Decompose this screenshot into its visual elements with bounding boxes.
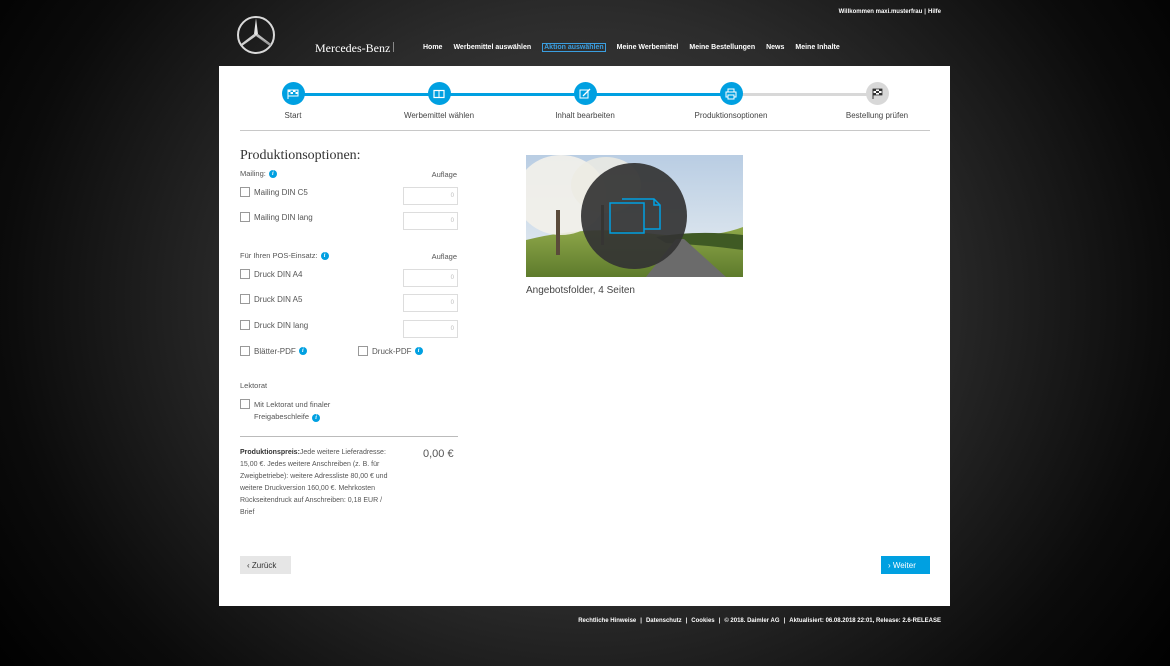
info-icon[interactable]: i	[320, 251, 329, 260]
step-inhalt[interactable]: Inhalt bearbeiten	[525, 82, 645, 120]
welcome-text: Willkommen maxi.musterfrau	[838, 9, 923, 15]
checkbox[interactable]	[240, 212, 250, 222]
option-mailing-din-c5[interactable]: Mailing DIN C5	[240, 187, 308, 197]
top-navigation: Home Werbemittel auswählen Aktion auswäh…	[423, 43, 840, 52]
step-werbemittel[interactable]: Werbemittel wählen	[379, 82, 499, 120]
lektorat-section-label: Lektorat	[240, 381, 268, 390]
stepper-divider	[240, 130, 930, 131]
footer-link-cookies[interactable]: Cookies	[691, 618, 714, 624]
nav-news[interactable]: News	[766, 44, 784, 52]
step-label: Bestellung prüfen	[845, 111, 909, 120]
nav-werbemittel-auswaehlen[interactable]: Werbemittel auswählen	[453, 44, 531, 52]
option-lektorat[interactable]: Mit Lektorat und finaler Freigabeschleif…	[240, 399, 330, 423]
quantity-input-mailing-din-lang[interactable]: 0	[403, 212, 458, 230]
printer-icon	[725, 88, 737, 99]
product-preview-image	[526, 155, 743, 277]
quantity-input-druck-din-a5[interactable]: 0	[403, 294, 458, 312]
step-start[interactable]: Start	[233, 82, 353, 120]
price-description: Produktionspreis:Jede weitere Lieferadre…	[240, 449, 388, 516]
main-panel: Start Werbemittel wählen Inhalt bearbeit…	[219, 66, 950, 606]
nav-home[interactable]: Home	[423, 44, 442, 52]
stepper-track-done	[293, 93, 731, 96]
preview-caption: Angebotsfolder, 4 Seiten	[526, 285, 635, 296]
checkbox[interactable]	[240, 294, 250, 304]
progress-stepper: Start Werbemittel wählen Inhalt bearbeit…	[219, 82, 950, 122]
quantity-input-druck-din-lang[interactable]: 0	[403, 320, 458, 338]
quantity-input-druck-din-a4[interactable]: 0	[403, 269, 458, 287]
checkbox[interactable]	[240, 346, 250, 356]
checkbox[interactable]	[358, 346, 368, 356]
checkbox[interactable]	[240, 187, 250, 197]
option-blaetter-pdf[interactable]: Blätter-PDF i	[240, 346, 307, 356]
step-bestellung-pruefen[interactable]: Bestellung prüfen	[817, 82, 937, 120]
next-button[interactable]: › Weiter	[881, 556, 930, 574]
brand-divider	[393, 42, 394, 52]
step-label: Start	[284, 111, 302, 120]
checkbox[interactable]	[240, 269, 250, 279]
option-druck-din-lang[interactable]: Druck DIN lang	[240, 320, 308, 330]
footer-link-datenschutz[interactable]: Datenschutz	[646, 618, 682, 624]
step-label: Inhalt bearbeiten	[555, 111, 615, 120]
footer-updated: Aktualisiert: 06.08.2018 22:01, Release:…	[789, 618, 941, 624]
brochure-icon	[433, 89, 445, 98]
auflage-label: Auflage	[431, 252, 457, 261]
welcome-bar: Willkommen maxi.musterfrau | Hilfe	[838, 9, 941, 15]
page-title: Produktionsoptionen:	[240, 148, 361, 163]
footer-link-rechtliche-hinweise[interactable]: Rechtliche Hinweise	[578, 618, 636, 624]
flag-icon	[287, 89, 299, 99]
help-link[interactable]: Hilfe	[928, 9, 941, 15]
footer-copyright: © 2018. Daimler AG	[724, 618, 780, 624]
nav-aktion-auswaehlen[interactable]: Aktion auswählen	[542, 43, 606, 52]
checkbox[interactable]	[240, 399, 250, 409]
option-druck-pdf[interactable]: Druck-PDF i	[358, 346, 423, 356]
info-icon[interactable]: i	[414, 347, 423, 355]
footer: Rechtliche Hinweise | Datenschutz | Cookies |…	[578, 618, 941, 624]
mercedes-star-logo[interactable]	[236, 15, 276, 55]
info-icon[interactable]: i	[312, 414, 321, 422]
step-produktionsoptionen[interactable]: Produktionsoptionen	[671, 82, 791, 120]
pos-section-label: Für Ihren POS-Einsatz: i	[240, 251, 329, 260]
option-druck-din-a5[interactable]: Druck DIN A5	[240, 294, 302, 304]
option-druck-din-a4[interactable]: Druck DIN A4	[240, 269, 302, 279]
info-icon[interactable]: i	[268, 169, 277, 178]
quantity-input-mailing-din-c5[interactable]: 0	[403, 187, 458, 205]
nav-meine-werbemittel[interactable]: Meine Werbemittel	[617, 44, 679, 52]
step-label: Werbemittel wählen	[403, 111, 475, 120]
brand-name: Mercedes-Benz	[315, 41, 391, 55]
price-divider	[240, 436, 458, 437]
nav-meine-inhalte[interactable]: Meine Inhalte	[795, 44, 839, 52]
checkbox[interactable]	[240, 320, 250, 330]
step-label: Produktionsoptionen	[694, 111, 768, 120]
price-value: 0,00 €	[423, 448, 454, 460]
mailing-section-label: Mailing: i	[240, 169, 277, 178]
checkered-flag-icon	[872, 88, 883, 99]
edit-icon	[579, 88, 591, 98]
nav-meine-bestellungen[interactable]: Meine Bestellungen	[689, 44, 755, 52]
option-mailing-din-lang[interactable]: Mailing DIN lang	[240, 212, 313, 222]
back-button[interactable]: ‹ Zurück	[240, 556, 291, 574]
info-icon[interactable]: i	[298, 347, 307, 355]
auflage-label: Auflage	[431, 170, 457, 179]
